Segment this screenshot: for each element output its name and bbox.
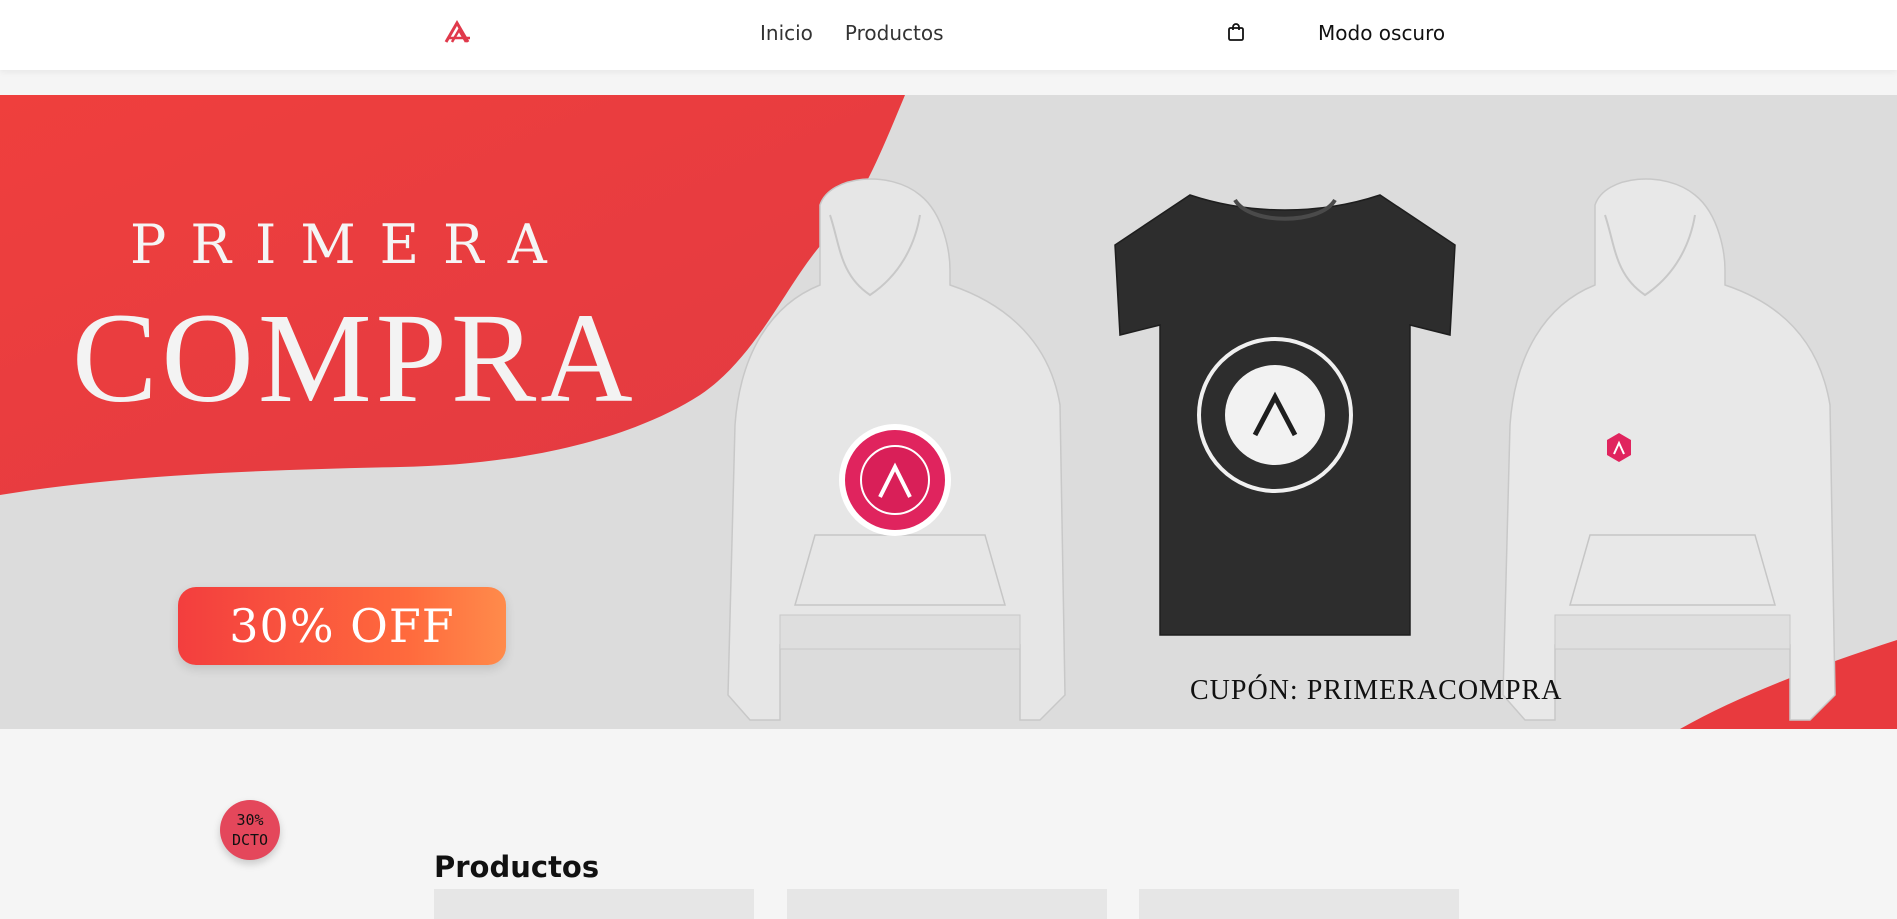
product-card[interactable] xyxy=(787,889,1107,919)
nav-link-productos[interactable]: Productos xyxy=(845,20,944,46)
discount-bubble[interactable]: 30% DCTO xyxy=(220,800,280,860)
tshirt-center-image xyxy=(1114,194,1456,636)
nav-link-inicio[interactable]: Inicio xyxy=(760,20,813,46)
hero-title-primera: PRIMERA xyxy=(130,213,571,276)
discount-bubble-percent: 30% xyxy=(236,811,264,829)
product-card[interactable] xyxy=(434,889,754,919)
hero-banner[interactable]: PRIMERA COMPRA 30% OFF CUPÓN: PRIMERACOM… xyxy=(0,95,1897,729)
products-section-title: Productos xyxy=(434,850,600,884)
nav-links: Inicio Productos xyxy=(760,20,944,46)
hero-title-compra: COMPRA xyxy=(72,287,637,429)
navbar: Inicio Productos Modo oscuro xyxy=(0,0,1897,70)
shopping-bag-icon[interactable] xyxy=(1227,22,1245,42)
hoodie-left-image xyxy=(727,178,1066,721)
dark-mode-toggle[interactable]: Modo oscuro xyxy=(1318,20,1445,46)
academia-logo-icon[interactable] xyxy=(444,20,474,44)
discount-bubble-label: DCTO xyxy=(231,831,269,849)
discount-badge-text: 30% OFF xyxy=(229,599,455,653)
coupon-code: CUPÓN: PRIMERACOMPRA xyxy=(1190,675,1563,706)
product-card[interactable] xyxy=(1139,889,1459,919)
hoodie-right-image xyxy=(1502,178,1836,721)
discount-badge: 30% OFF xyxy=(178,587,506,665)
